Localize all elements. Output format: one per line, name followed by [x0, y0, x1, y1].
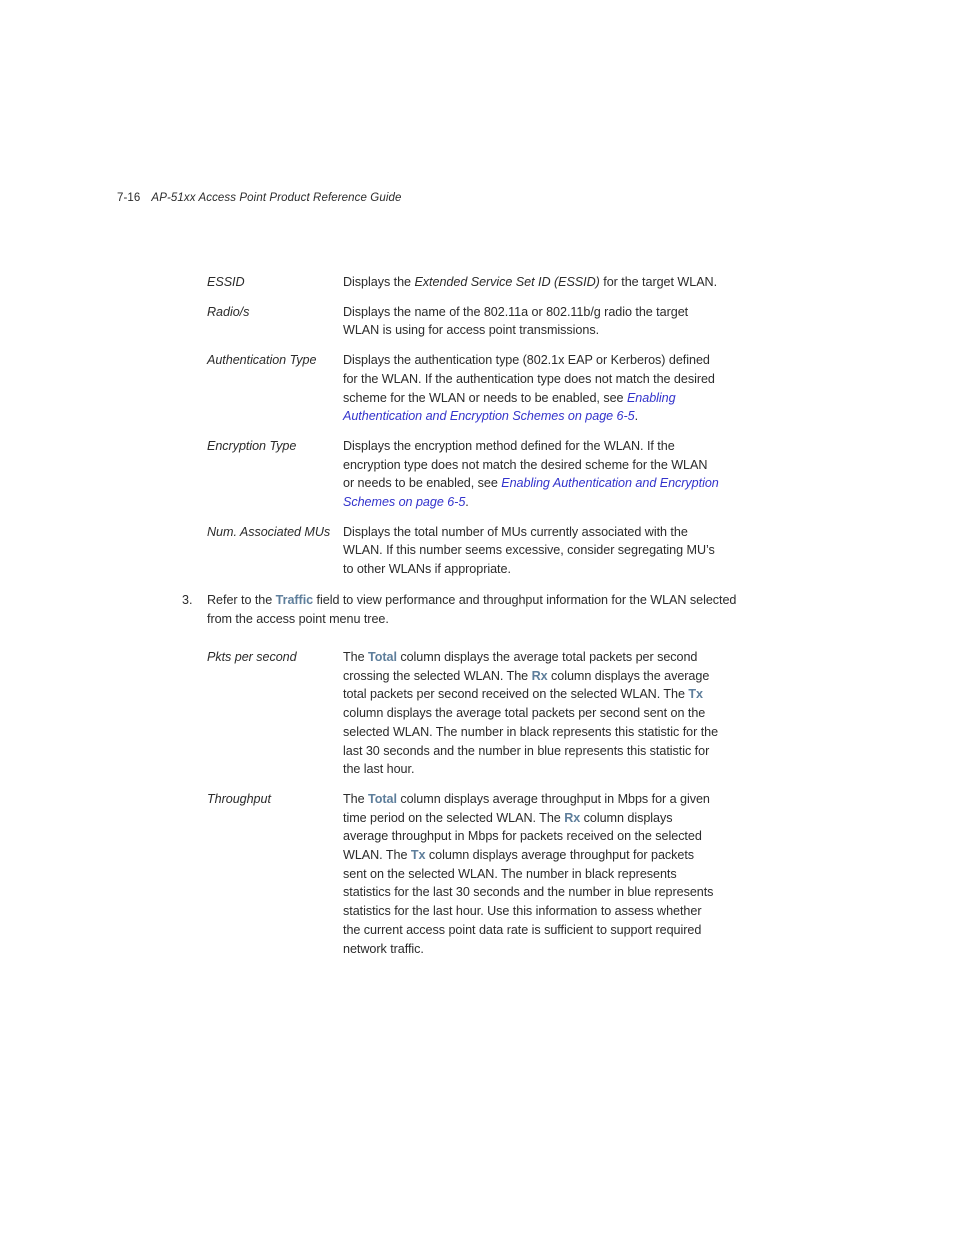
step-number: 3.: [182, 593, 193, 607]
definition-row: Pkts per second The Total column displays…: [207, 648, 827, 779]
body-text: for the target WLAN.: [599, 275, 718, 289]
definition-list-wlan-fields: ESSID Displays the Extended Service Set I…: [207, 273, 827, 590]
definition-description: Displays the encryption method defined f…: [343, 437, 721, 512]
running-header: 7-16 AP-51xx Access Point Product Referen…: [117, 192, 402, 204]
ui-term-highlight: Rx: [531, 668, 548, 683]
definition-list-traffic-fields: Pkts per second The Total column displays…: [207, 648, 827, 969]
body-text: .: [634, 409, 639, 424]
definition-row: Num. Associated MUs Displays the total nu…: [207, 523, 827, 579]
definition-row: Radio/s Displays the name of the 802.11a …: [207, 303, 827, 340]
definition-description: Displays the name of the 802.11a or 802.…: [343, 303, 721, 340]
body-text: Displays the name of the 802.11a or 802.…: [343, 304, 689, 338]
ui-term-highlight: Tx: [688, 687, 703, 702]
body-text: column displays average throughput for p…: [343, 848, 714, 956]
ui-term-highlight: Total: [368, 791, 397, 806]
definition-term: Authentication Type: [207, 353, 317, 368]
definition-description: Displays the total number of MUs current…: [343, 523, 721, 579]
definition-term: Radio/s: [207, 304, 250, 319]
document-page: 7-16 AP-51xx Access Point Product Referen…: [0, 0, 954, 1235]
ui-term-highlight: Tx: [410, 848, 426, 863]
definition-description: The Total column displays the average to…: [343, 648, 721, 779]
definition-term: Throughput: [207, 791, 271, 806]
body-text: .: [465, 495, 469, 510]
definition-term: Pkts per second: [207, 650, 297, 664]
body-text: column displays the average total packet…: [343, 706, 719, 777]
definition-row: Encryption Type Displays the encryption m…: [207, 437, 827, 512]
step-text: Refer to the Traffic field to view perfo…: [207, 591, 759, 630]
page-folio: 7-16: [117, 192, 141, 204]
definition-row: ESSID Displays the Extended Service Set I…: [207, 273, 827, 292]
body-text: Displays the: [343, 275, 415, 289]
definition-description: The Total column displays average throug…: [343, 790, 721, 958]
ui-term-highlight: Rx: [564, 810, 581, 825]
body-text: Displays the total number of MUs current…: [343, 524, 715, 577]
ui-term-highlight: Traffic: [275, 593, 314, 607]
definition-row: Authentication Type Displays the authenti…: [207, 351, 827, 426]
definition-term: Encryption Type: [207, 438, 297, 453]
procedure-step-3: 3. Refer to the Traffic field to view pe…: [182, 591, 782, 630]
definition-description: Displays the authentication type (802.1x…: [343, 351, 721, 426]
body-text: The: [343, 791, 368, 806]
book-title: AP-51xx Access Point Product Reference G…: [151, 192, 402, 204]
definition-row: Throughput The Total column displays aver…: [207, 790, 827, 958]
emphasis-text: Extended Service Set ID (ESSID): [414, 275, 600, 289]
body-text: The: [343, 650, 368, 664]
ui-term-highlight: Total: [368, 650, 397, 664]
definition-description: Displays the Extended Service Set ID (ES…: [343, 273, 721, 292]
body-text: Refer to the: [207, 593, 276, 607]
definition-term: ESSID: [207, 275, 245, 289]
definition-term: Num. Associated MUs: [207, 524, 331, 539]
